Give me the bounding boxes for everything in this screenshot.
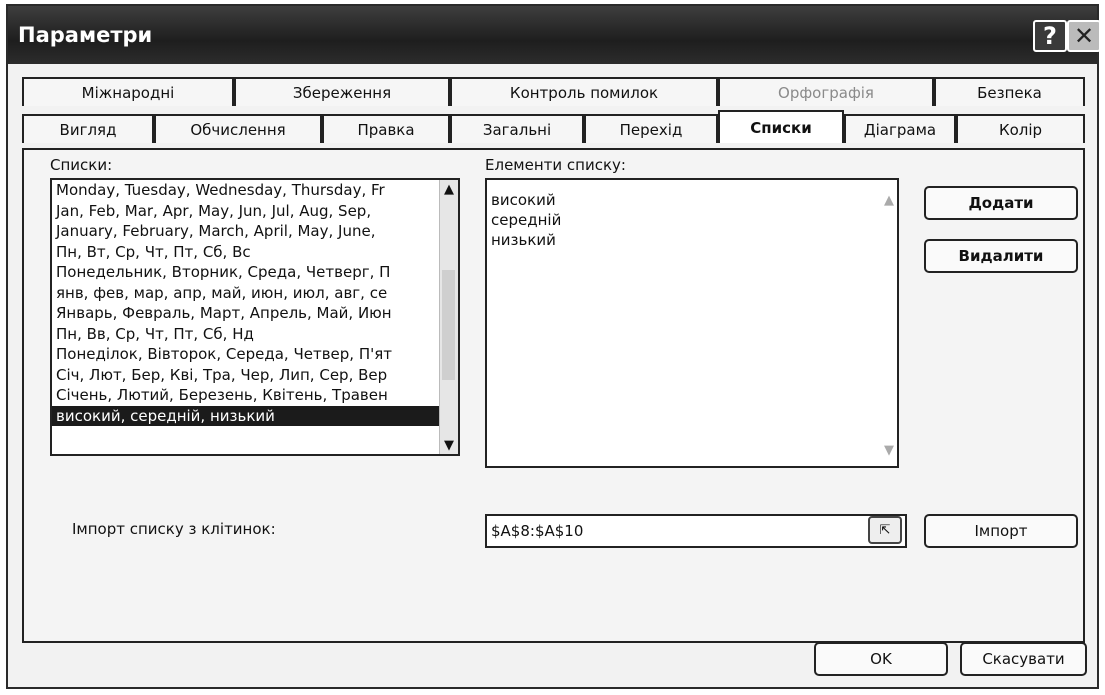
import-label: Імпорт списку з клітинок: (72, 520, 276, 538)
question-mark-icon: ? (1043, 22, 1057, 50)
tab-spelling[interactable]: Орфографія (718, 77, 934, 106)
custom-lists-label: Списки: (50, 156, 113, 174)
tab-general[interactable]: Загальні (450, 114, 584, 143)
list-entry-line: низький (491, 231, 556, 249)
tab-edit[interactable]: Правка (322, 114, 450, 143)
import-range-input[interactable]: $A$8:$A$10 (485, 514, 907, 548)
tab-transition[interactable]: Перехід (584, 114, 718, 143)
list-item[interactable]: Январь, Февраль, Март, Апрель, Май, Июн (52, 303, 442, 324)
delete-button[interactable]: Видалити (924, 239, 1078, 273)
tab-custom-lists[interactable]: Списки (718, 110, 844, 143)
tab-chart[interactable]: Діаграма (844, 114, 956, 143)
import-button[interactable]: Імпорт (924, 514, 1078, 548)
custom-lists-listbox[interactable]: Monday, Tuesday, Wednesday, Thursday, Fr… (50, 178, 460, 456)
tab-color[interactable]: Колір (956, 114, 1085, 143)
close-button[interactable]: ✕ (1067, 20, 1101, 52)
close-icon: ✕ (1073, 22, 1095, 50)
title-bar[interactable]: Параметри ? ✕ (8, 6, 1101, 64)
tab-international[interactable]: Міжнародні (22, 77, 234, 106)
collapse-dialog-icon: ⇱ (879, 522, 891, 538)
custom-lists-panel: Списки: Monday, Tuesday, Wednesday, Thur… (22, 148, 1085, 643)
list-entries-label: Елементи списку: (485, 156, 626, 174)
list-item[interactable]: Січень, Лютий, Березень, Квітень, Травен (52, 385, 442, 406)
add-button[interactable]: Додати (924, 186, 1078, 220)
help-button[interactable]: ? (1033, 20, 1067, 52)
list-item[interactable]: Пн, Вв, Ср, Чт, Пт, Сб, Нд (52, 324, 442, 345)
scroll-down-icon[interactable]: ▼ (440, 436, 458, 454)
tab-calculation[interactable]: Обчислення (154, 114, 322, 143)
list-entries-textarea[interactable]: високий середній низький ▲ ▼ (485, 178, 899, 468)
options-dialog: Параметри ? ✕ Міжнародні Збереження Конт… (6, 4, 1101, 689)
tab-security[interactable]: Безпека (934, 77, 1085, 106)
list-item[interactable]: високий, середній, низький (52, 405, 442, 426)
tab-error-checking[interactable]: Контроль помилок (450, 77, 718, 106)
custom-lists-items: Monday, Tuesday, Wednesday, Thursday, Fr… (52, 180, 458, 426)
tab-saving[interactable]: Збереження (234, 77, 450, 106)
list-item[interactable]: Пн, Вт, Ср, Чт, Пт, Сб, Вс (52, 242, 442, 263)
list-item[interactable]: Січ, Лют, Бер, Кві, Тра, Чер, Лип, Сер, … (52, 365, 442, 386)
cancel-button[interactable]: Скасувати (960, 642, 1087, 676)
dialog-title: Параметри (18, 23, 153, 47)
collapse-dialog-button[interactable]: ⇱ (868, 516, 902, 544)
ok-button[interactable]: OK (814, 642, 948, 676)
tab-view[interactable]: Вигляд (22, 114, 154, 143)
list-entry-line: середній (491, 211, 562, 229)
list-item[interactable]: Monday, Tuesday, Wednesday, Thursday, Fr (52, 180, 442, 201)
scroll-up-icon[interactable]: ▲ (881, 192, 897, 208)
entries-scrollbar[interactable]: ▲ ▼ (879, 180, 897, 466)
list-item[interactable]: Понедельник, Вторник, Среда, Четверг, П (52, 262, 442, 283)
list-item[interactable]: January, February, March, April, May, Ju… (52, 221, 442, 242)
scroll-thumb[interactable] (442, 270, 455, 380)
list-item[interactable]: Понеділок, Вівторок, Середа, Четвер, П'я… (52, 344, 442, 365)
list-item[interactable]: янв, фев, мар, апр, май, июн, июл, авг, … (52, 283, 442, 304)
scroll-up-icon[interactable]: ▲ (440, 180, 458, 198)
list-entry-line: високий (491, 191, 556, 209)
scroll-down-icon[interactable]: ▼ (881, 442, 897, 458)
list-item[interactable]: Jan, Feb, Mar, Apr, May, Jun, Jul, Aug, … (52, 201, 442, 222)
lists-scrollbar[interactable]: ▲ ▼ (439, 180, 458, 454)
